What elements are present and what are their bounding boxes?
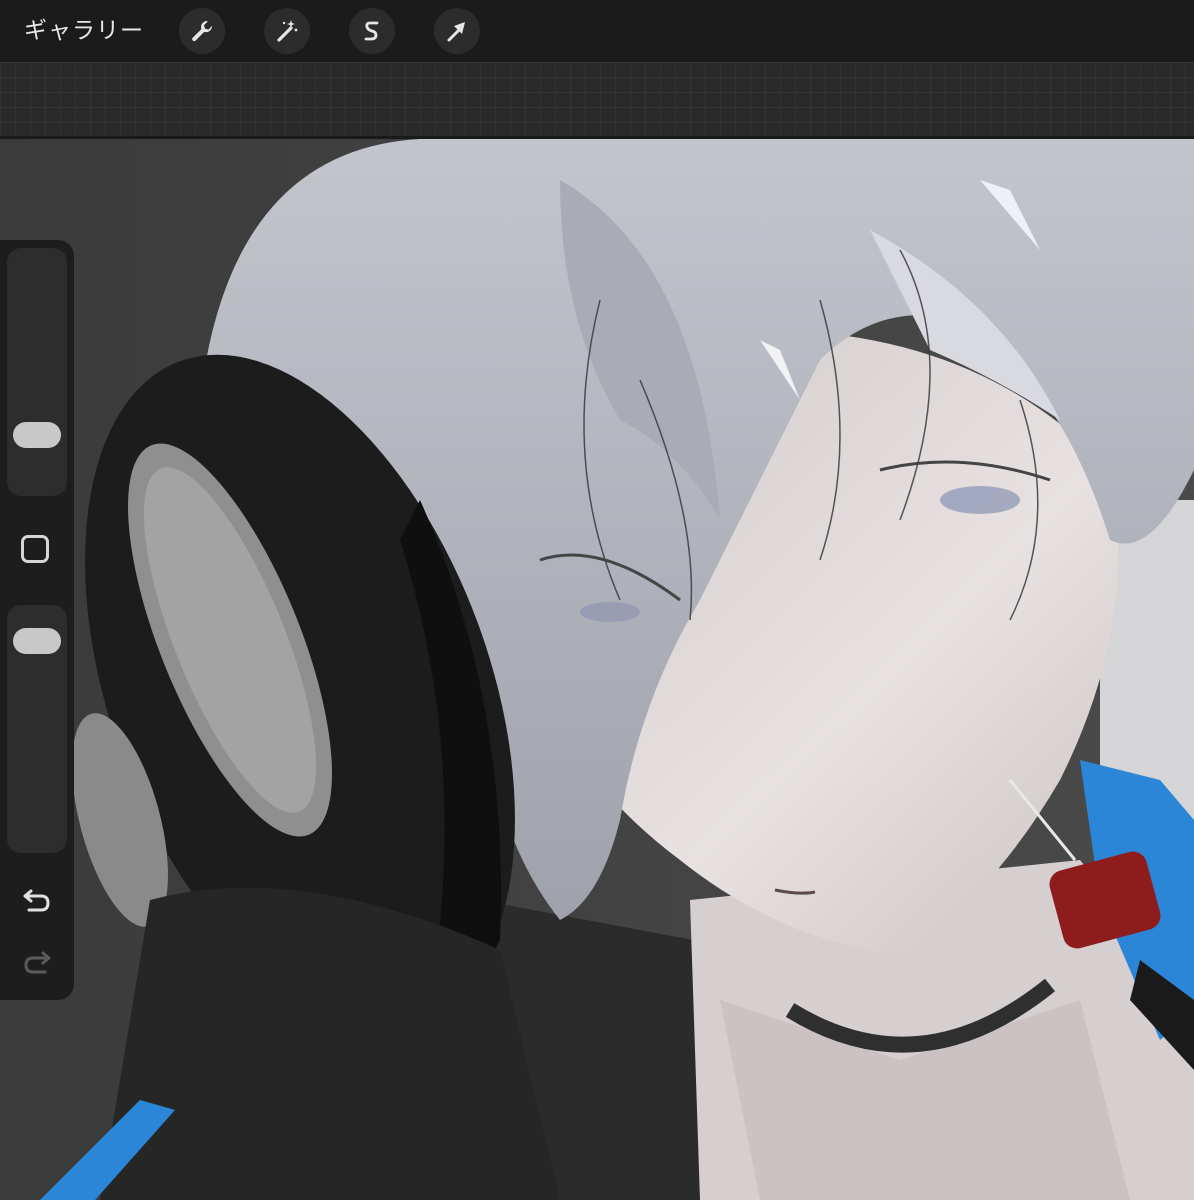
- opacity-slider[interactable]: [7, 605, 67, 853]
- left-sidebar: [0, 240, 74, 1000]
- artwork-illustration: [0, 139, 1194, 1200]
- brush-size-slider[interactable]: [7, 248, 67, 496]
- redo-arrow-icon: [24, 951, 51, 974]
- brush-size-knob[interactable]: [13, 422, 61, 448]
- artwork-canvas[interactable]: [0, 139, 1194, 1200]
- actions-button[interactable]: [179, 8, 225, 54]
- top-toolbar: ギャラリー: [0, 0, 1194, 62]
- undo-button[interactable]: [18, 882, 56, 918]
- selection-button[interactable]: [349, 8, 395, 54]
- canvas-top-grid: [0, 62, 1194, 138]
- arrow-cursor-icon: [447, 22, 465, 42]
- undo-arrow-icon: [23, 889, 50, 912]
- modify-button[interactable]: [21, 535, 49, 563]
- opacity-knob[interactable]: [13, 627, 61, 654]
- magic-wand-icon: [277, 20, 298, 42]
- wrench-icon: [192, 21, 213, 42]
- selection-s-icon: [364, 21, 379, 41]
- gallery-button[interactable]: ギャラリー: [24, 15, 144, 47]
- redo-button[interactable]: [18, 944, 56, 980]
- transform-button[interactable]: [434, 8, 480, 54]
- adjustments-button[interactable]: [264, 8, 310, 54]
